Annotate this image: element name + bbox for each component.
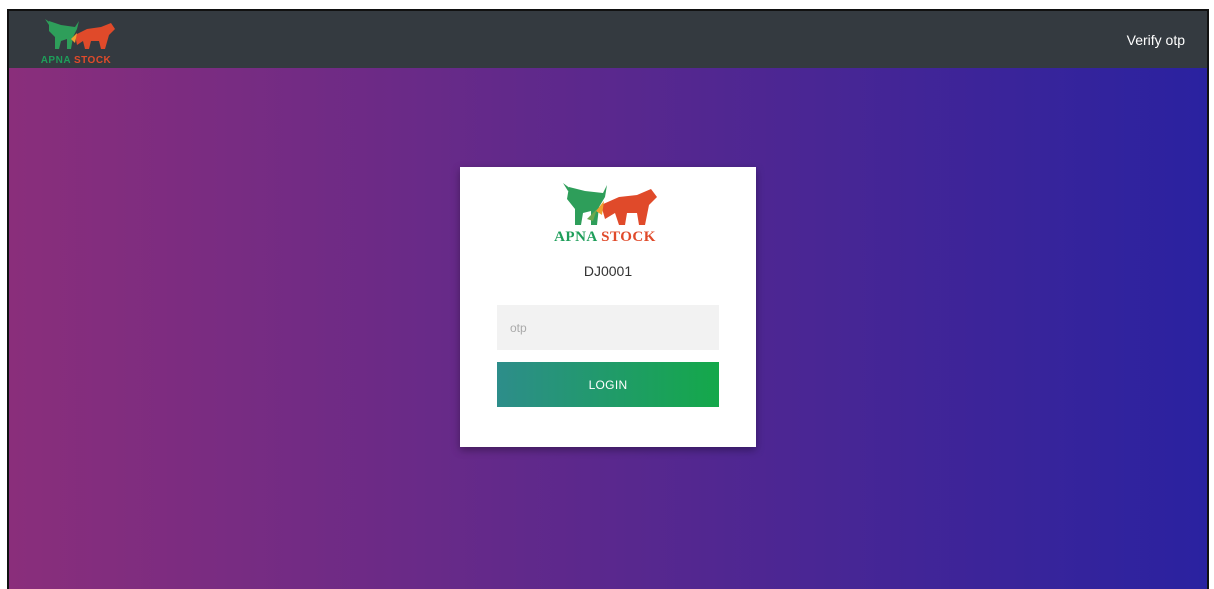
brand-name-part2: STOCK xyxy=(73,55,112,66)
app-frame: APNA STOCK Verify otp APNA STOCK DJ0001 … xyxy=(7,9,1209,589)
top-navbar: APNA STOCK Verify otp xyxy=(9,11,1207,68)
brand-logo[interactable]: APNA STOCK xyxy=(31,15,121,66)
brand-name: APNA STOCK xyxy=(31,55,121,66)
verify-otp-link[interactable]: Verify otp xyxy=(1127,32,1185,48)
bull-bear-icon xyxy=(45,19,115,49)
card-logo: APNA STOCK xyxy=(541,179,669,249)
main-background: APNA STOCK DJ0001 LOGIN xyxy=(9,68,1207,589)
brand-name-part1: APNA xyxy=(40,55,71,66)
otp-input[interactable] xyxy=(497,305,719,350)
login-button[interactable]: LOGIN xyxy=(497,362,719,407)
card-brand-part2: STOCK xyxy=(601,229,656,245)
card-brand-part1: APNA xyxy=(554,229,597,245)
user-id-label: DJ0001 xyxy=(583,263,633,279)
otp-card: APNA STOCK DJ0001 LOGIN xyxy=(460,167,756,447)
bull-bear-icon xyxy=(563,183,657,225)
card-brand-name: APNA STOCK xyxy=(541,229,669,246)
